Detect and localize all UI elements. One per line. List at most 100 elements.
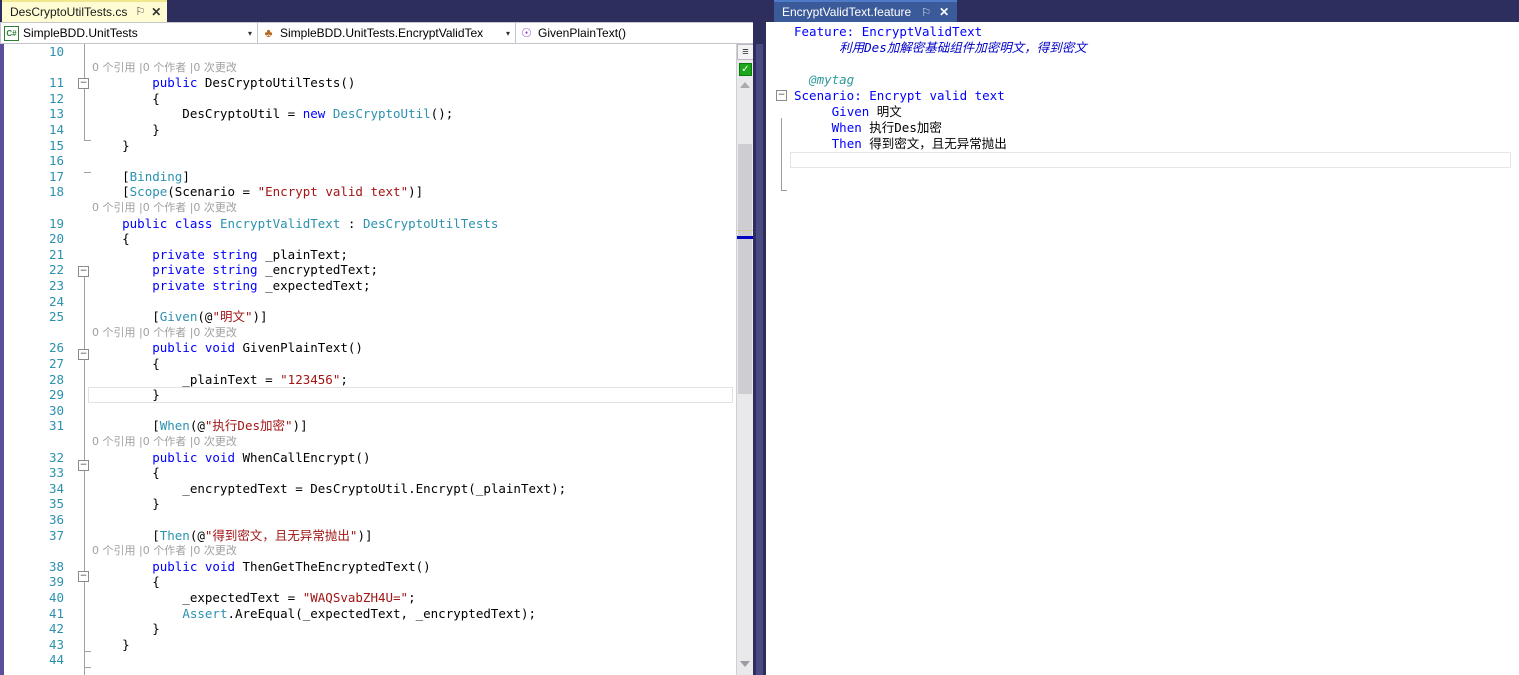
pin-icon[interactable]: ⚐ xyxy=(135,6,145,18)
pin-icon[interactable]: ⚐ xyxy=(921,6,931,19)
code-line[interactable]: 41 Assert.AreEqual(_expectedText, _encry… xyxy=(0,606,735,622)
feature-line[interactable]: 利用Des加解密基础组件加密明文，得到密文 xyxy=(766,40,1519,56)
code-line[interactable]: 38 public void ThenGetTheEncryptedText() xyxy=(0,559,735,575)
feature-line[interactable]: Feature: EncryptValidText xyxy=(766,24,1519,40)
code-line-text: private string _expectedText; xyxy=(152,278,371,293)
tab-des-crypto-util-tests-cs[interactable]: DesCryptoUtilTests.cs ⚐ ✕ xyxy=(2,0,168,22)
code-line-text: } xyxy=(92,122,160,137)
code-line[interactable]: 26 public void GivenPlainText() xyxy=(0,340,735,356)
pane-splitter-handle[interactable] xyxy=(756,44,763,675)
code-line[interactable]: 34 _encryptedText = DesCryptoUtil.Encryp… xyxy=(0,481,735,497)
code-line[interactable]: 19 public class EncryptValidText : DesCr… xyxy=(0,216,735,232)
member-value: GivenPlainText() xyxy=(538,26,627,40)
line-number: 30 xyxy=(48,402,64,418)
feature-line[interactable]: − Scenario: Encrypt valid text xyxy=(766,88,1519,104)
feature-line[interactable]: @mytag xyxy=(766,72,1519,88)
scrollbar-cursor-marker xyxy=(737,236,753,239)
code-line-text: _expectedText = "WAQSvabZH4U="; xyxy=(92,590,416,605)
code-line-text: [Binding] xyxy=(92,168,190,184)
code-line[interactable]: 40 _expectedText = "WAQSvabZH4U="; xyxy=(0,590,735,606)
scrollbar-thumb[interactable] xyxy=(738,144,752,394)
feature-line[interactable] xyxy=(766,56,1519,72)
scroll-up-arrow-icon[interactable] xyxy=(740,82,750,88)
code-line[interactable]: 35 } xyxy=(0,496,735,512)
current-line-highlight xyxy=(88,387,733,403)
codelens-indicator[interactable]: 0 个引用 |0 个作者 |0 次更改 xyxy=(92,60,237,76)
codelens-row[interactable]: 0 个引用 |0 个作者 |0 次更改 xyxy=(0,60,735,76)
code-line[interactable]: 12 { xyxy=(0,91,735,107)
line-number: 34 xyxy=(48,480,64,496)
code-line[interactable]: 24 xyxy=(0,294,735,310)
codelens-indicator[interactable]: 0 个引用 |0 个作者 |0 次更改 xyxy=(92,325,237,341)
feature-file-editor[interactable]: Feature: EncryptValidText 利用Des加解密基础组件加密… xyxy=(766,22,1519,675)
code-line[interactable]: 13 DesCryptoUtil = new DesCryptoUtil(); xyxy=(0,106,735,122)
codelens-indicator[interactable]: 0 个引用 |0 个作者 |0 次更改 xyxy=(92,200,237,216)
code-line-text: public void ThenGetTheEncryptedText() xyxy=(152,558,431,574)
codelens-row[interactable]: 0 个引用 |0 个作者 |0 次更改 xyxy=(0,200,735,216)
line-number: 42 xyxy=(48,621,64,637)
code-line-text: } xyxy=(92,636,130,652)
split-editor-button[interactable]: ≡ xyxy=(737,44,754,60)
collapse-toggle-icon[interactable]: − xyxy=(776,90,787,101)
chevron-down-icon[interactable]: ▾ xyxy=(243,29,257,38)
line-number: 28 xyxy=(48,371,64,387)
code-line-text: } xyxy=(92,387,160,403)
code-line-text: [Scope(Scenario = "Encrypt valid text")] xyxy=(92,184,424,200)
feature-line[interactable] xyxy=(766,152,1519,168)
codelens-indicator[interactable]: 0 个引用 |0 个作者 |0 次更改 xyxy=(92,434,237,450)
line-number: 23 xyxy=(48,278,64,293)
code-line[interactable]: 10 xyxy=(0,44,735,60)
codelens-row[interactable]: 0 个引用 |0 个作者 |0 次更改 xyxy=(0,325,735,341)
code-line[interactable]: 39 { xyxy=(0,574,735,590)
member-dropdown[interactable]: ☉ GivenPlainText() ▾ xyxy=(516,22,766,44)
pane-splitter[interactable] xyxy=(753,0,766,675)
code-line[interactable]: 22 private string _encryptedText; xyxy=(0,262,735,278)
code-health-ok-icon[interactable]: ✓ xyxy=(739,63,752,76)
code-line[interactable]: 37 [Then(@"得到密文，且无异常抛出")] xyxy=(0,528,735,544)
feature-line[interactable]: Given 明文 xyxy=(766,104,1519,120)
namespace-dropdown[interactable]: C# SimpleBDD.UnitTests ▾ xyxy=(0,22,258,44)
codelens-row[interactable]: 0 个引用 |0 个作者 |0 次更改 xyxy=(0,434,735,450)
code-line[interactable]: 36 xyxy=(0,512,735,528)
code-line[interactable]: 28 _plainText = "123456"; xyxy=(0,372,735,388)
close-icon[interactable]: ✕ xyxy=(939,5,949,19)
code-line[interactable]: 27 { xyxy=(0,356,735,372)
code-line[interactable]: 17 [Binding] xyxy=(0,169,735,185)
right-editor-pane: EncryptValidText.feature ⚐ ✕ Feature: En… xyxy=(766,0,1519,675)
code-line[interactable]: 33 { xyxy=(0,465,735,481)
code-editor[interactable]: − − − − − 10 0 个引用 |0 个作者 |0 次更改 11 public… xyxy=(0,44,766,675)
code-line-text: public DesCryptoUtilTests() xyxy=(152,75,356,91)
code-text-area[interactable]: 10 0 个引用 |0 个作者 |0 次更改 11 public DesCrypto… xyxy=(0,44,735,675)
code-line[interactable]: 18 [Scope(Scenario = "Encrypt valid text… xyxy=(0,184,735,200)
code-line[interactable]: 43 } xyxy=(0,637,735,653)
feature-line-text: Then 得到密文，且无异常抛出 xyxy=(831,136,1007,151)
code-line[interactable]: 15 } xyxy=(0,138,735,154)
editor-vertical-scrollbar[interactable]: ≡ ✓ xyxy=(736,44,754,675)
line-number: 39 xyxy=(48,574,64,590)
current-line-highlight xyxy=(790,152,1511,168)
code-line[interactable]: 32 public void WhenCallEncrypt() xyxy=(0,450,735,466)
code-line[interactable]: 23 private string _expectedText; xyxy=(0,278,735,294)
code-line[interactable]: 20 { xyxy=(0,231,735,247)
code-line[interactable]: 14 } xyxy=(0,122,735,138)
code-line[interactable]: 42 } xyxy=(0,621,735,637)
code-line-text: private string _plainText; xyxy=(152,246,348,262)
code-line[interactable]: 11 public DesCryptoUtilTests() xyxy=(0,75,735,91)
codelens-row[interactable]: 0 个引用 |0 个作者 |0 次更改 xyxy=(0,543,735,559)
tab-encrypt-valid-text-feature[interactable]: EncryptValidText.feature ⚐ ✕ xyxy=(774,0,958,22)
chevron-down-icon[interactable]: ▾ xyxy=(501,29,515,38)
type-dropdown[interactable]: ♣ SimpleBDD.UnitTests.EncryptValidTex ▾ xyxy=(258,22,516,44)
code-line[interactable]: 30 xyxy=(0,403,735,419)
codelens-indicator[interactable]: 0 个引用 |0 个作者 |0 次更改 xyxy=(92,543,237,559)
code-line[interactable]: 16 xyxy=(0,153,735,169)
feature-line[interactable]: Then 得到密文，且无异常抛出 xyxy=(766,136,1519,152)
code-line-text: public void GivenPlainText() xyxy=(152,340,363,356)
code-line[interactable]: 29 } xyxy=(0,387,735,403)
scroll-down-arrow-icon[interactable] xyxy=(740,661,750,667)
code-line[interactable]: 21 private string _plainText; xyxy=(0,247,735,263)
code-line[interactable]: 31 [When(@"执行Des加密")] xyxy=(0,418,735,434)
close-icon[interactable]: ✕ xyxy=(151,6,161,18)
feature-line[interactable]: When 执行Des加密 xyxy=(766,120,1519,136)
code-line[interactable]: 44 xyxy=(0,652,735,668)
code-line[interactable]: 25 [Given(@"明文")] xyxy=(0,309,735,325)
